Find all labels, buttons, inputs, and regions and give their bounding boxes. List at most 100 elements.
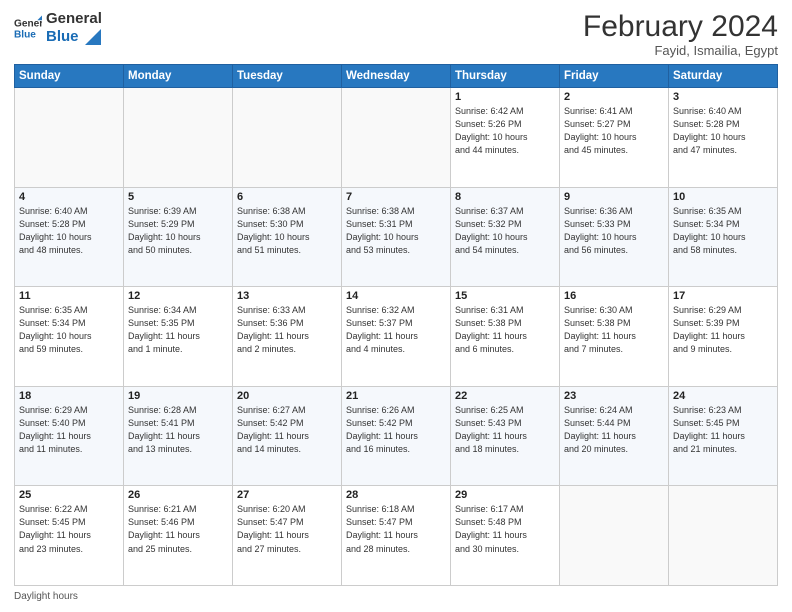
calendar-cell (233, 88, 342, 188)
day-info: Sunrise: 6:31 AM Sunset: 5:38 PM Dayligh… (455, 304, 555, 356)
day-number: 18 (19, 390, 119, 402)
day-info: Sunrise: 6:29 AM Sunset: 5:39 PM Dayligh… (673, 304, 773, 356)
calendar-cell: 18 Sunrise: 6:29 AM Sunset: 5:40 PM Dayli… (15, 386, 124, 486)
day-info: Sunrise: 6:24 AM Sunset: 5:44 PM Dayligh… (564, 404, 664, 456)
calendar-cell: 13 Sunrise: 6:33 AM Sunset: 5:36 PM Dayli… (233, 287, 342, 387)
day-number: 7 (346, 191, 446, 203)
calendar-week-row: 4 Sunrise: 6:40 AM Sunset: 5:28 PM Daylig… (15, 187, 778, 287)
calendar-cell: 21 Sunrise: 6:26 AM Sunset: 5:42 PM Dayli… (342, 386, 451, 486)
calendar-cell: 17 Sunrise: 6:29 AM Sunset: 5:39 PM Dayli… (669, 287, 778, 387)
day-info: Sunrise: 6:38 AM Sunset: 5:30 PM Dayligh… (237, 205, 337, 257)
calendar-cell (560, 486, 669, 586)
day-info: Sunrise: 6:34 AM Sunset: 5:35 PM Dayligh… (128, 304, 228, 356)
calendar-cell: 27Sunrise: 6:20 AM Sunset: 5:47 PM Dayli… (233, 486, 342, 586)
header: General Blue General Blue February 2024 … (14, 10, 778, 58)
calendar-cell (342, 88, 451, 188)
calendar-weekday-wednesday: Wednesday (342, 65, 451, 88)
calendar-cell: 6Sunrise: 6:38 AM Sunset: 5:30 PM Daylig… (233, 187, 342, 287)
title-block: February 2024 Fayid, Ismailia, Egypt (583, 10, 778, 58)
day-number: 24 (673, 390, 773, 402)
day-info: Sunrise: 6:41 AM Sunset: 5:27 PM Dayligh… (564, 105, 664, 157)
footer: Daylight hours (14, 591, 778, 602)
day-info: Sunrise: 6:17 AM Sunset: 5:48 PM Dayligh… (455, 503, 555, 555)
calendar-cell: 14Sunrise: 6:32 AM Sunset: 5:37 PM Dayli… (342, 287, 451, 387)
day-number: 2 (564, 91, 664, 103)
calendar-cell (15, 88, 124, 188)
calendar-table: SundayMondayTuesdayWednesdayThursdayFrid… (14, 64, 778, 586)
day-number: 22 (455, 390, 555, 402)
day-info: Sunrise: 6:39 AM Sunset: 5:29 PM Dayligh… (128, 205, 228, 257)
day-number: 10 (673, 191, 773, 203)
day-info: Sunrise: 6:32 AM Sunset: 5:37 PM Dayligh… (346, 304, 446, 356)
day-number: 13 (237, 290, 337, 302)
calendar-week-row: 18 Sunrise: 6:29 AM Sunset: 5:40 PM Dayli… (15, 386, 778, 486)
day-number: 21 (346, 390, 446, 402)
day-number: 29 (455, 489, 555, 501)
day-info: Sunrise: 6:28 AM Sunset: 5:41 PM Dayligh… (128, 404, 228, 456)
calendar-cell: 29 Sunrise: 6:17 AM Sunset: 5:48 PM Dayli… (451, 486, 560, 586)
day-number: 20 (237, 390, 337, 402)
logo-triangle-icon (85, 29, 101, 45)
calendar-cell: 4 Sunrise: 6:40 AM Sunset: 5:28 PM Daylig… (15, 187, 124, 287)
calendar-weekday-saturday: Saturday (669, 65, 778, 88)
calendar-cell: 24 Sunrise: 6:23 AM Sunset: 5:45 PM Dayli… (669, 386, 778, 486)
day-info: Sunrise: 6:18 AM Sunset: 5:47 PM Dayligh… (346, 503, 446, 555)
day-number: 28 (346, 489, 446, 501)
day-info: Sunrise: 6:38 AM Sunset: 5:31 PM Dayligh… (346, 205, 446, 257)
calendar-weekday-tuesday: Tuesday (233, 65, 342, 88)
calendar-cell: 19Sunrise: 6:28 AM Sunset: 5:41 PM Dayli… (124, 386, 233, 486)
calendar-cell: 28 Sunrise: 6:18 AM Sunset: 5:47 PM Dayli… (342, 486, 451, 586)
day-info: Sunrise: 6:40 AM Sunset: 5:28 PM Dayligh… (673, 105, 773, 157)
day-number: 16 (564, 290, 664, 302)
day-number: 17 (673, 290, 773, 302)
calendar-week-row: 25 Sunrise: 6:22 AM Sunset: 5:45 PM Dayli… (15, 486, 778, 586)
calendar-cell (124, 88, 233, 188)
calendar-weekday-friday: Friday (560, 65, 669, 88)
day-info: Sunrise: 6:22 AM Sunset: 5:45 PM Dayligh… (19, 503, 119, 555)
calendar-cell: 8Sunrise: 6:37 AM Sunset: 5:32 PM Daylig… (451, 187, 560, 287)
day-number: 15 (455, 290, 555, 302)
logo: General Blue General Blue (14, 10, 102, 46)
day-number: 9 (564, 191, 664, 203)
calendar-weekday-monday: Monday (124, 65, 233, 88)
day-info: Sunrise: 6:40 AM Sunset: 5:28 PM Dayligh… (19, 205, 119, 257)
daylight-label: Daylight hours (14, 591, 78, 602)
calendar-cell: 3Sunrise: 6:40 AM Sunset: 5:28 PM Daylig… (669, 88, 778, 188)
calendar-cell: 12Sunrise: 6:34 AM Sunset: 5:35 PM Dayli… (124, 287, 233, 387)
calendar-cell: 7 Sunrise: 6:38 AM Sunset: 5:31 PM Daylig… (342, 187, 451, 287)
logo-icon: General Blue (14, 14, 42, 42)
day-info: Sunrise: 6:33 AM Sunset: 5:36 PM Dayligh… (237, 304, 337, 356)
calendar-weekday-sunday: Sunday (15, 65, 124, 88)
page: General Blue General Blue February 2024 … (0, 0, 792, 612)
day-number: 25 (19, 489, 119, 501)
calendar-cell: 1Sunrise: 6:42 AM Sunset: 5:26 PM Daylig… (451, 88, 560, 188)
logo-blue: Blue (46, 28, 102, 46)
main-title: February 2024 (583, 10, 778, 43)
day-number: 8 (455, 191, 555, 203)
logo-general: General (46, 10, 102, 28)
calendar-week-row: 1Sunrise: 6:42 AM Sunset: 5:26 PM Daylig… (15, 88, 778, 188)
subtitle: Fayid, Ismailia, Egypt (583, 43, 778, 58)
calendar-cell: 25 Sunrise: 6:22 AM Sunset: 5:45 PM Dayli… (15, 486, 124, 586)
calendar-cell: 2 Sunrise: 6:41 AM Sunset: 5:27 PM Daylig… (560, 88, 669, 188)
calendar-cell: 9Sunrise: 6:36 AM Sunset: 5:33 PM Daylig… (560, 187, 669, 287)
calendar-cell: 5 Sunrise: 6:39 AM Sunset: 5:29 PM Daylig… (124, 187, 233, 287)
calendar-cell: 11Sunrise: 6:35 AM Sunset: 5:34 PM Dayli… (15, 287, 124, 387)
day-info: Sunrise: 6:27 AM Sunset: 5:42 PM Dayligh… (237, 404, 337, 456)
day-info: Sunrise: 6:23 AM Sunset: 5:45 PM Dayligh… (673, 404, 773, 456)
calendar-cell: 23Sunrise: 6:24 AM Sunset: 5:44 PM Dayli… (560, 386, 669, 486)
day-info: Sunrise: 6:30 AM Sunset: 5:38 PM Dayligh… (564, 304, 664, 356)
day-number: 5 (128, 191, 228, 203)
calendar-cell: 10Sunrise: 6:35 AM Sunset: 5:34 PM Dayli… (669, 187, 778, 287)
day-info: Sunrise: 6:42 AM Sunset: 5:26 PM Dayligh… (455, 105, 555, 157)
day-info: Sunrise: 6:29 AM Sunset: 5:40 PM Dayligh… (19, 404, 119, 456)
day-info: Sunrise: 6:26 AM Sunset: 5:42 PM Dayligh… (346, 404, 446, 456)
calendar-week-row: 11Sunrise: 6:35 AM Sunset: 5:34 PM Dayli… (15, 287, 778, 387)
day-number: 4 (19, 191, 119, 203)
day-number: 11 (19, 290, 119, 302)
day-info: Sunrise: 6:21 AM Sunset: 5:46 PM Dayligh… (128, 503, 228, 555)
calendar-cell: 20 Sunrise: 6:27 AM Sunset: 5:42 PM Dayli… (233, 386, 342, 486)
svg-text:Blue: Blue (14, 29, 36, 40)
calendar-cell: 16 Sunrise: 6:30 AM Sunset: 5:38 PM Dayli… (560, 287, 669, 387)
day-number: 27 (237, 489, 337, 501)
